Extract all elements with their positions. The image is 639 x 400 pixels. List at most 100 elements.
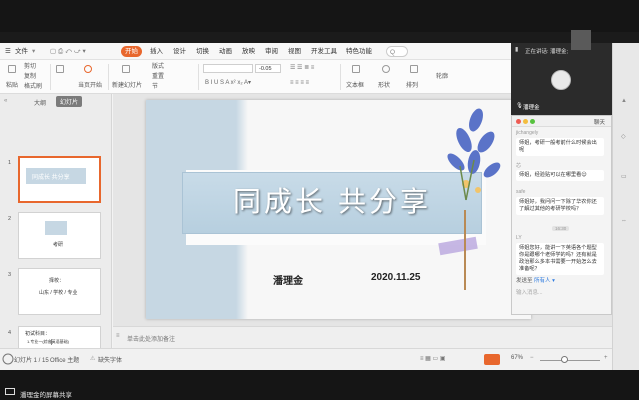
- minimize-window-icon[interactable]: [523, 119, 528, 124]
- alignment-buttons[interactable]: ≡ ≡ ≡ ≡: [290, 79, 309, 88]
- thumb-title: 择校：: [49, 278, 65, 284]
- missing-font-button[interactable]: 缺失字体: [98, 355, 122, 364]
- search-icon[interactable]: Q: [386, 46, 408, 57]
- shapes-button[interactable]: 形状: [378, 82, 390, 91]
- menu-file-dropdown-icon[interactable]: ▾: [32, 46, 35, 57]
- chat-input[interactable]: 输入消息...: [516, 288, 543, 296]
- chevron-down-icon[interactable]: ▾: [552, 278, 555, 284]
- current-slide[interactable]: 同成长 共分享 潘理金 2020.11.25: [146, 100, 531, 319]
- send-to-recipient[interactable]: 所有人: [534, 278, 551, 284]
- side-tool-icon[interactable]: ▲: [621, 98, 627, 104]
- font-size-select[interactable]: -0.05: [255, 64, 281, 73]
- outline-button[interactable]: 轮廓: [436, 73, 448, 82]
- pointer-icon[interactable]: [2, 353, 14, 365]
- side-tool-icon[interactable]: ◇: [621, 133, 626, 140]
- participant-avatar: [551, 70, 571, 90]
- chat-header: 聊天: [512, 116, 611, 127]
- font-style-buttons[interactable]: B I U S A x² x₂ A▾: [205, 79, 251, 88]
- new-slide-icon[interactable]: [122, 65, 130, 73]
- notes-placeholder: 单击此处添加备注: [127, 337, 176, 343]
- zoom-out-icon[interactable]: −: [530, 355, 534, 361]
- missing-font-icon: ⚠: [90, 356, 96, 362]
- cut-button[interactable]: 剪切: [24, 63, 36, 72]
- chat-message: 师姐您好，能讲一下英语各个题型你是跟哪个老师学的吗？还有就是政治那么多本书需要一…: [516, 243, 604, 275]
- menu-developer[interactable]: 开发工具: [311, 46, 337, 57]
- menu-special[interactable]: 特色功能: [346, 46, 372, 57]
- close-window-icon[interactable]: [516, 119, 521, 124]
- chat-sender: LY: [516, 235, 522, 241]
- speaking-indicator: 正在讲话: 潘理金;: [525, 49, 569, 55]
- reset-button[interactable]: 重置: [152, 73, 164, 82]
- chat-sender: 芯: [516, 163, 522, 169]
- paste-button[interactable]: 粘贴: [6, 82, 18, 91]
- menu-transition[interactable]: 切换: [196, 46, 209, 57]
- tab-slides[interactable]: 幻灯片: [56, 96, 83, 107]
- menu-animation[interactable]: 动画: [219, 46, 232, 57]
- slide-thumbnail-3[interactable]: 择校： 山东 / 学校 / 专业: [18, 268, 101, 315]
- paste-special-icon[interactable]: [56, 65, 64, 73]
- menu-design[interactable]: 设计: [173, 46, 186, 57]
- new-slide-button[interactable]: 新建幻灯片: [112, 82, 142, 91]
- menu-icon[interactable]: ☰: [5, 46, 11, 57]
- screen-share-view: ☰ 文件 ▾ ▢ ⎙ ⤺ ⤻ ▾ 开始 插入 设计 切换 动画 放映 审阅 视图…: [0, 0, 639, 400]
- slide-date[interactable]: 2020.11.25: [371, 272, 421, 283]
- chat-sender: jichangely: [516, 130, 539, 136]
- ribbon-separator: [50, 64, 51, 90]
- send-to-row[interactable]: 发送至 所有人 ▾: [516, 276, 555, 284]
- zoom-slider-handle[interactable]: [561, 356, 568, 363]
- camera-thumbnail[interactable]: [571, 30, 591, 50]
- right-tool-strip: ▲ ◇ ▭ ⇔: [612, 43, 639, 370]
- add-slide-button[interactable]: +: [48, 335, 55, 349]
- ribbon-separator: [108, 64, 109, 90]
- chat-sender: safe: [516, 189, 526, 195]
- slide-thumbnail-1[interactable]: 同成长 共分享: [18, 156, 101, 203]
- theme-name: Office 主题: [50, 358, 80, 364]
- menu-start[interactable]: 开始: [121, 46, 142, 57]
- video-tile[interactable]: ▮ 正在讲话: 潘理金; 🎙 潘理金: [511, 43, 612, 115]
- side-tool-icon[interactable]: ▭: [621, 173, 627, 180]
- participant-name: 潘理金: [523, 105, 540, 111]
- menu-review[interactable]: 审阅: [265, 46, 278, 57]
- view-mode-icons[interactable]: ≡ ▦ ▭ ▣: [420, 355, 446, 362]
- format-painter-button[interactable]: 格式刷: [24, 83, 42, 92]
- menu-file[interactable]: 文件: [15, 46, 28, 57]
- thumb-image: [45, 221, 67, 235]
- tab-outline[interactable]: 大纲: [34, 98, 46, 107]
- slide-thumbnail-2[interactable]: 考研: [18, 212, 101, 259]
- thumb-subtitle: 山东 / 学校 / 专业: [39, 290, 78, 296]
- menu-insert[interactable]: 插入: [150, 46, 163, 57]
- menu-slideshow[interactable]: 放映: [242, 46, 255, 57]
- layout-button[interactable]: 版式: [152, 63, 164, 72]
- quick-access-icons[interactable]: ▢ ⎙ ⤺ ⤻ ▾: [50, 46, 86, 57]
- copy-button[interactable]: 复制: [24, 73, 36, 82]
- play-from-current-button[interactable]: 当页开始: [78, 82, 102, 91]
- lavender-flowers-image: [447, 108, 501, 201]
- collapse-panel-icon[interactable]: «: [4, 98, 7, 104]
- textbox-button[interactable]: 文本框: [346, 82, 364, 91]
- menu-view[interactable]: 视图: [288, 46, 301, 57]
- shapes-icon[interactable]: [382, 65, 390, 73]
- thumb-title: 同成长 共分享: [32, 175, 70, 181]
- play-icon[interactable]: [84, 65, 92, 73]
- zoom-level[interactable]: 67%: [511, 355, 523, 361]
- notes-pane[interactable]: ≡ 单击此处添加备注: [113, 326, 639, 348]
- paragraph-buttons[interactable]: ☰ ☰ ≣ ≡: [290, 64, 314, 73]
- screen-share-icon: [5, 388, 15, 395]
- arrange-icon[interactable]: [410, 65, 418, 73]
- paste-icon[interactable]: [8, 65, 16, 73]
- arrange-button[interactable]: 排列: [406, 82, 418, 91]
- textbox-icon[interactable]: [352, 65, 360, 73]
- slide-presenter-name[interactable]: 潘理金: [273, 272, 303, 287]
- maximize-window-icon[interactable]: [530, 119, 535, 124]
- thumb-title: 初试科目：: [25, 331, 51, 337]
- screen-share-bar: [0, 370, 639, 400]
- zoom-in-icon[interactable]: +: [604, 355, 608, 361]
- video-mic-icon: ▮: [515, 47, 519, 53]
- section-button[interactable]: 节: [152, 83, 158, 92]
- zoom-slider-track[interactable]: [540, 360, 600, 361]
- side-tool-icon[interactable]: ⇔: [621, 218, 627, 224]
- font-family-select[interactable]: [203, 64, 253, 73]
- slideshow-play-button[interactable]: [484, 354, 500, 365]
- slide-thumbnail-4[interactable]: 初试科目： 1.专业一(综合英语基础): [18, 326, 101, 348]
- chat-title: 聊天: [594, 120, 606, 126]
